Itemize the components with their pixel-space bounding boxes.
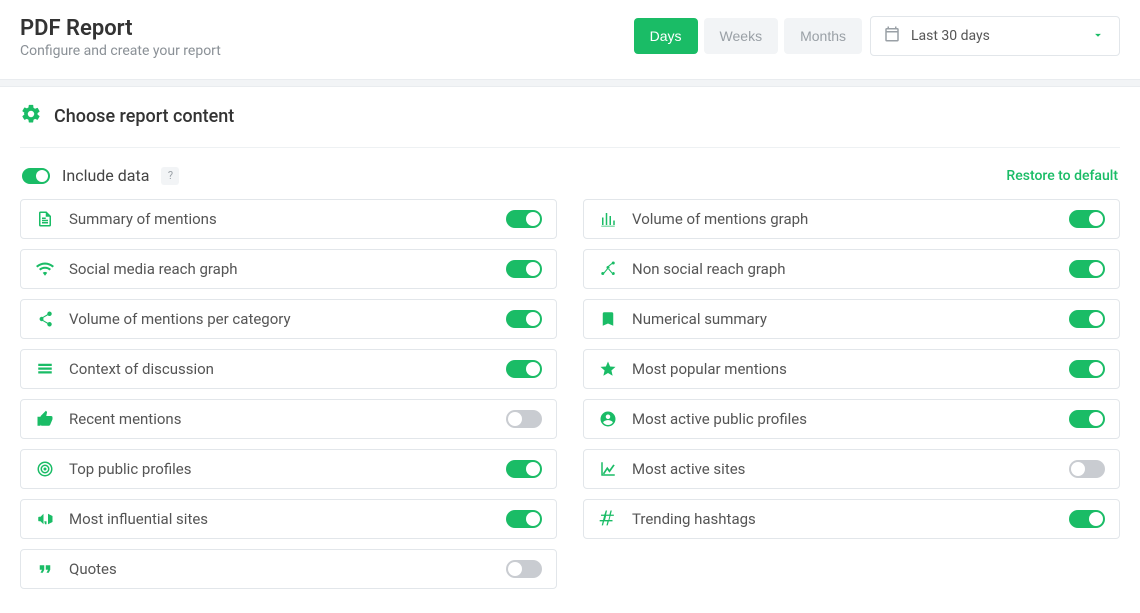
card-trending-hashtags: Trending hashtags (583, 499, 1120, 539)
section-header: Choose report content (20, 103, 1120, 148)
period-toggle-group: Days Weeks Months (634, 18, 862, 54)
card-most-active-public-profiles: Most active public profiles (583, 399, 1120, 439)
help-icon[interactable]: ? (161, 167, 179, 185)
gear-icon (20, 103, 42, 129)
period-weeks-button[interactable]: Weeks (704, 18, 779, 54)
list-icon (35, 360, 55, 378)
card-label: Volume of mentions graph (632, 210, 808, 228)
card-non-social-reach-graph: Non social reach graph (583, 249, 1120, 289)
toggle-context-of-discussion[interactable] (506, 360, 542, 378)
card-volume-of-mentions-graph: Volume of mentions graph (583, 199, 1120, 239)
include-data-toggle[interactable] (22, 168, 50, 184)
toggle-summary-of-mentions[interactable] (506, 210, 542, 228)
card-label: Quotes (69, 560, 117, 578)
toggle-trending-hashtags[interactable] (1069, 510, 1105, 528)
user-icon (598, 410, 618, 428)
card-label: Most active sites (632, 460, 745, 478)
document-icon (35, 210, 55, 228)
star-icon (598, 360, 618, 378)
toggle-most-influential-sites[interactable] (506, 510, 542, 528)
bar-chart-icon (598, 210, 618, 228)
header-title-block: PDF Report Configure and create your rep… (20, 16, 221, 59)
card-label: Summary of mentions (69, 210, 217, 228)
card-label: Top public profiles (69, 460, 191, 478)
card-top-public-profiles: Top public profiles (20, 449, 557, 489)
card-label: Recent mentions (69, 410, 181, 428)
toggle-recent-mentions[interactable] (506, 410, 542, 428)
toggle-numerical-summary[interactable] (1069, 310, 1105, 328)
toggle-most-active-public-profiles[interactable] (1069, 410, 1105, 428)
toggle-volume-of-mentions-graph[interactable] (1069, 210, 1105, 228)
card-social-media-reach-graph: Social media reach graph (20, 249, 557, 289)
toggle-quotes[interactable] (506, 560, 542, 578)
line-chart-icon (598, 460, 618, 478)
right-column: Volume of mentions graph Non social reac… (583, 199, 1120, 589)
card-label: Numerical summary (632, 310, 767, 328)
toggle-top-public-profiles[interactable] (506, 460, 542, 478)
divider (0, 79, 1140, 87)
bookmark-icon (598, 310, 618, 328)
period-days-button[interactable]: Days (634, 18, 698, 54)
card-label: Trending hashtags (632, 510, 756, 528)
card-label: Social media reach graph (69, 260, 238, 278)
report-content-section: Choose report content Include data ? Res… (0, 87, 1140, 613)
chevron-down-icon (1091, 27, 1105, 46)
quote-icon (35, 560, 55, 578)
card-label: Context of discussion (69, 360, 214, 378)
toggle-most-active-sites[interactable] (1069, 460, 1105, 478)
toggle-social-media-reach-graph[interactable] (506, 260, 542, 278)
toggle-non-social-reach-graph[interactable] (1069, 260, 1105, 278)
hashtag-icon (598, 510, 618, 528)
restore-default-link[interactable]: Restore to default (1006, 168, 1118, 184)
card-label: Most popular mentions (632, 360, 787, 378)
thumbs-up-icon (35, 410, 55, 428)
network-icon (598, 260, 618, 278)
date-range-picker[interactable]: Last 30 days (870, 16, 1120, 56)
calendar-icon (883, 25, 901, 47)
include-data-label: Include data (62, 166, 149, 185)
header-controls: Days Weeks Months Last 30 days (634, 16, 1120, 56)
section-subheader: Include data ? Restore to default (22, 166, 1118, 185)
card-quotes: Quotes (20, 549, 557, 589)
megaphone-icon (35, 510, 55, 528)
card-volume-per-category: Volume of mentions per category (20, 299, 557, 339)
card-most-popular-mentions: Most popular mentions (583, 349, 1120, 389)
left-column: Summary of mentions Social media reach g… (20, 199, 557, 589)
toggle-volume-per-category[interactable] (506, 310, 542, 328)
period-months-button[interactable]: Months (784, 18, 862, 54)
card-numerical-summary: Numerical summary (583, 299, 1120, 339)
include-data-control: Include data ? (22, 166, 179, 185)
page-title: PDF Report (20, 16, 221, 41)
toggle-most-popular-mentions[interactable] (1069, 360, 1105, 378)
card-recent-mentions: Recent mentions (20, 399, 557, 439)
header: PDF Report Configure and create your rep… (0, 0, 1140, 79)
target-icon (35, 460, 55, 478)
card-summary-of-mentions: Summary of mentions (20, 199, 557, 239)
content-columns: Summary of mentions Social media reach g… (20, 199, 1120, 589)
share-icon (35, 310, 55, 328)
section-title: Choose report content (54, 106, 234, 127)
wifi-icon (35, 260, 55, 278)
card-context-of-discussion: Context of discussion (20, 349, 557, 389)
card-label: Volume of mentions per category (69, 310, 291, 328)
card-label: Most active public profiles (632, 410, 807, 428)
date-range-label: Last 30 days (911, 28, 990, 44)
card-label: Most influential sites (69, 510, 208, 528)
card-most-active-sites: Most active sites (583, 449, 1120, 489)
card-most-influential-sites: Most influential sites (20, 499, 557, 539)
page-subtitle: Configure and create your report (20, 43, 221, 59)
card-label: Non social reach graph (632, 260, 786, 278)
